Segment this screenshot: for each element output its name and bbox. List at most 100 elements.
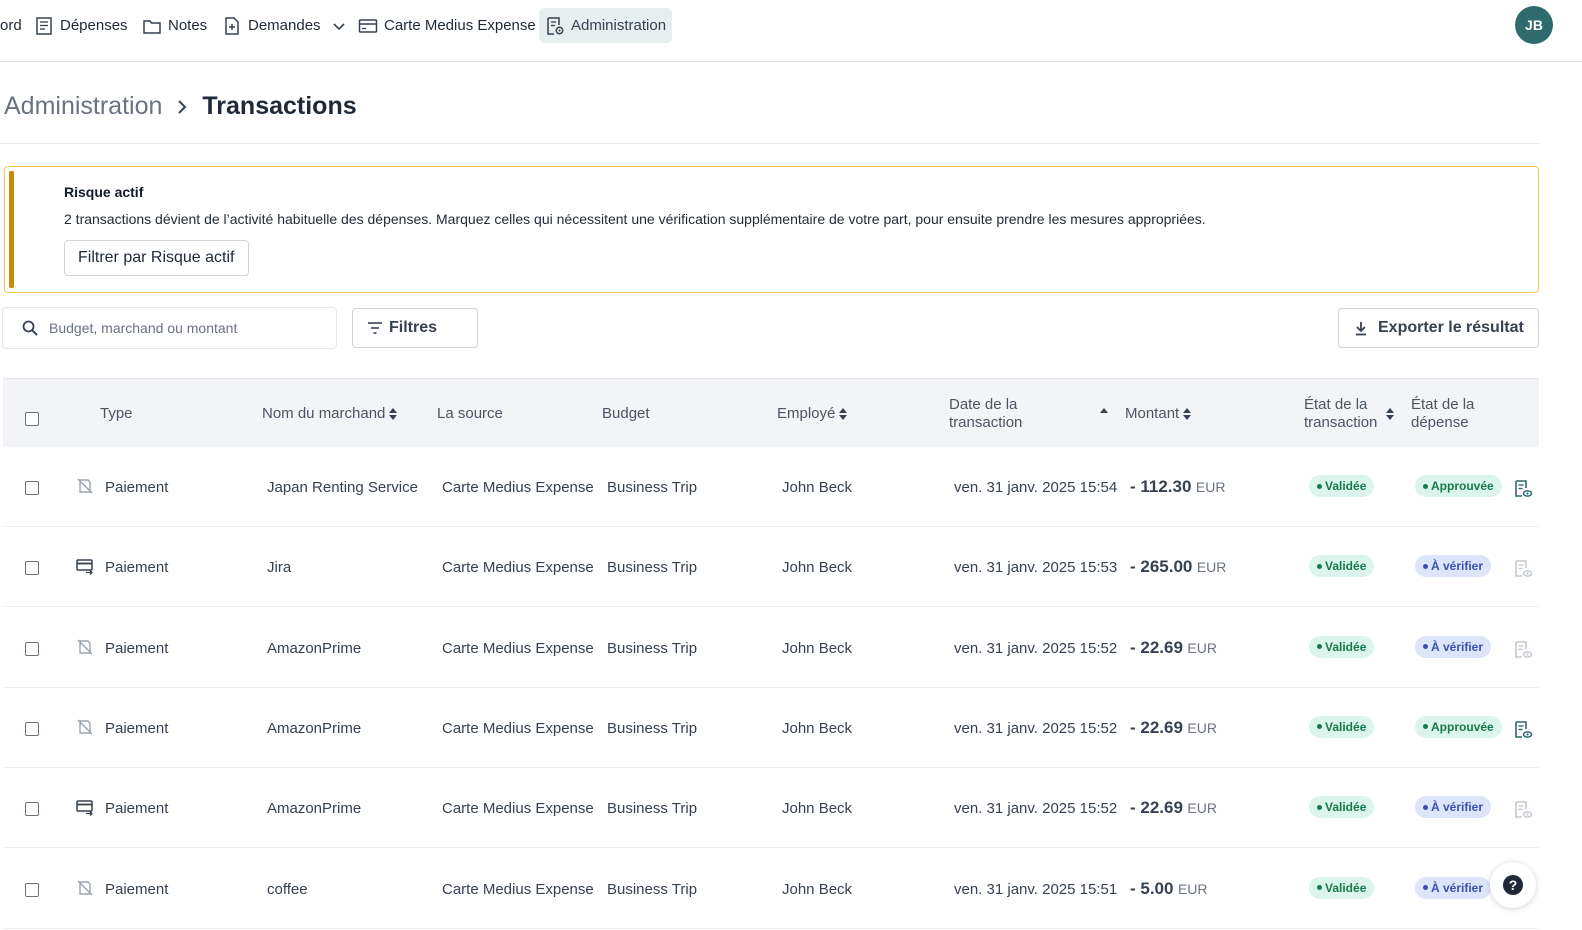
- sort-icon[interactable]: [1386, 407, 1394, 421]
- nav-item-administration[interactable]: Administration: [539, 8, 673, 43]
- amount-cell: - 22.69 EUR: [1130, 798, 1217, 818]
- transaction-status-badge: Validée: [1309, 796, 1375, 819]
- sort-icon: [839, 407, 848, 421]
- budget-cell: Business Trip: [607, 639, 698, 657]
- risk-alert: Risque actif 2 transactions dévient de l…: [4, 166, 1539, 293]
- view-expense-icon[interactable]: [1513, 479, 1533, 499]
- alert-title: Risque actif: [64, 184, 144, 200]
- source-cell: Carte Medius Expense: [442, 479, 594, 496]
- column-header-date[interactable]: Date de la transaction: [949, 396, 1022, 432]
- date-cell: ven. 31 janv. 2025 15:51: [954, 880, 1118, 898]
- employee-cell: John Beck: [782, 559, 853, 577]
- row-checkbox[interactable]: [25, 882, 39, 897]
- search-icon: [21, 319, 39, 337]
- column-header-employee[interactable]: Employé: [777, 405, 848, 423]
- nav-item-notes[interactable]: Notes: [136, 8, 213, 43]
- column-header-type: Type: [100, 405, 133, 422]
- amount-value: - 22.69: [1130, 637, 1183, 657]
- transaction-status-badge: Validée: [1309, 635, 1375, 658]
- view-expense-icon[interactable]: [1513, 720, 1533, 740]
- budget-cell: Business Trip: [607, 559, 698, 577]
- date-cell: ven. 31 janv. 2025 15:52: [954, 800, 1118, 818]
- date-cell: ven. 31 janv. 2025 15:52: [954, 719, 1118, 737]
- sort-ascending-icon[interactable]: [1099, 406, 1109, 414]
- employee-cell: John Beck: [782, 479, 853, 496]
- expense-status-badge: À vérifier: [1415, 876, 1492, 899]
- amount-currency: EUR: [1187, 800, 1217, 817]
- amount-value: - 112.30: [1130, 477, 1192, 496]
- no-receipt-icon: [76, 477, 94, 495]
- table-row[interactable]: Paiement AmazonPrime Carte Medius Expense B…: [3, 768, 1539, 849]
- no-receipt-icon: [76, 638, 94, 656]
- nav-item-requests[interactable]: Demandes: [216, 8, 355, 43]
- table-row[interactable]: Paiement AmazonPrime Carte Medius Expense B…: [3, 608, 1539, 688]
- amount-value: - 265.00: [1130, 557, 1193, 577]
- row-checkbox[interactable]: [25, 481, 39, 495]
- date-cell: ven. 31 janv. 2025 15:52: [954, 639, 1118, 657]
- row-checkbox[interactable]: [25, 561, 39, 576]
- table-row[interactable]: Paiement Jira Carte Medius Expense Business…: [3, 527, 1539, 608]
- filter-risk-button[interactable]: Filtrer par Risque actif: [64, 240, 249, 276]
- sort-icon: [1183, 407, 1192, 421]
- amount-currency: EUR: [1187, 719, 1217, 736]
- nav-item-card[interactable]: Carte Medius Expense: [352, 8, 542, 43]
- card-transfer-icon: [76, 798, 94, 817]
- view-expense-icon: [1513, 640, 1533, 660]
- row-checkbox[interactable]: [25, 641, 39, 656]
- export-button[interactable]: Exporter le résultat: [1338, 308, 1539, 348]
- merchant-cell: coffee: [267, 880, 308, 898]
- filters-button[interactable]: Filtres: [352, 308, 478, 348]
- table-row[interactable]: Paiement Japan Renting Service Carte Mediu…: [3, 447, 1539, 527]
- column-header-merchant[interactable]: Nom du marchand: [262, 405, 398, 423]
- receipt-icon: [34, 16, 54, 36]
- breadcrumb-root[interactable]: Administration: [4, 92, 162, 121]
- transaction-status-badge: Validée: [1309, 876, 1375, 899]
- expense-status-badge: À vérifier: [1415, 796, 1492, 819]
- column-header-transaction-state[interactable]: État de la transaction: [1304, 396, 1377, 432]
- expense-status-badge: À vérifier: [1415, 635, 1492, 658]
- nav-item-label: Dépenses: [60, 17, 128, 34]
- column-header-budget: Budget: [602, 405, 650, 422]
- merchant-cell: AmazonPrime: [267, 639, 362, 657]
- nav-item-expenses[interactable]: Dépenses: [28, 8, 134, 43]
- avatar[interactable]: JB: [1515, 6, 1553, 44]
- search-box: [2, 307, 337, 349]
- nav-item-label: Carte Medius Expense: [384, 17, 536, 34]
- nav-item-label: Administration: [571, 17, 667, 34]
- row-checkbox[interactable]: [25, 802, 39, 817]
- amount-cell: - 5.00 EUR: [1130, 879, 1208, 899]
- transaction-status-badge: Validée: [1309, 715, 1375, 738]
- employee-cell: John Beck: [782, 719, 853, 737]
- type-cell: Paiement: [105, 639, 169, 657]
- table-row[interactable]: Paiement AmazonPrime Carte Medius Expense B…: [3, 688, 1539, 768]
- filters-label: Filtres: [389, 319, 438, 336]
- help-button[interactable]: ?: [1490, 862, 1536, 908]
- column-header-amount[interactable]: Montant: [1125, 405, 1192, 423]
- nav-item-label: Notes: [168, 17, 208, 34]
- row-checkbox[interactable]: [25, 721, 39, 736]
- employee-cell: John Beck: [782, 639, 853, 657]
- expense-status-badge: À vérifier: [1415, 555, 1492, 578]
- nav-item-label: ord: [0, 17, 22, 34]
- employee-cell: John Beck: [782, 800, 853, 818]
- type-cell: Paiement: [105, 880, 169, 898]
- view-expense-icon: [1513, 559, 1533, 579]
- column-header-source: La source: [437, 405, 503, 422]
- amount-value: - 5.00: [1130, 878, 1174, 898]
- amount-currency: EUR: [1177, 880, 1208, 897]
- source-cell: Carte Medius Expense: [442, 639, 594, 657]
- chevron-right-icon: [176, 98, 188, 116]
- export-label: Exporter le résultat: [1378, 319, 1524, 336]
- expense-status-badge: Approuvée: [1415, 715, 1502, 738]
- no-receipt-icon: [76, 879, 94, 897]
- column-header-expense-state: État de la dépense: [1411, 396, 1475, 431]
- select-all-checkbox[interactable]: [25, 412, 39, 426]
- nav-item-dashboard[interactable]: ord: [0, 8, 28, 43]
- search-input[interactable]: [49, 320, 319, 336]
- source-cell: Carte Medius Expense: [442, 880, 594, 898]
- amount-cell: - 265.00 EUR: [1130, 557, 1226, 577]
- chevron-down-icon: [329, 16, 349, 36]
- amount-cell: - 22.69 EUR: [1130, 638, 1217, 658]
- table-row[interactable]: Paiement coffee Carte Medius Expense Busine…: [3, 849, 1539, 929]
- type-cell: Paiement: [105, 479, 169, 496]
